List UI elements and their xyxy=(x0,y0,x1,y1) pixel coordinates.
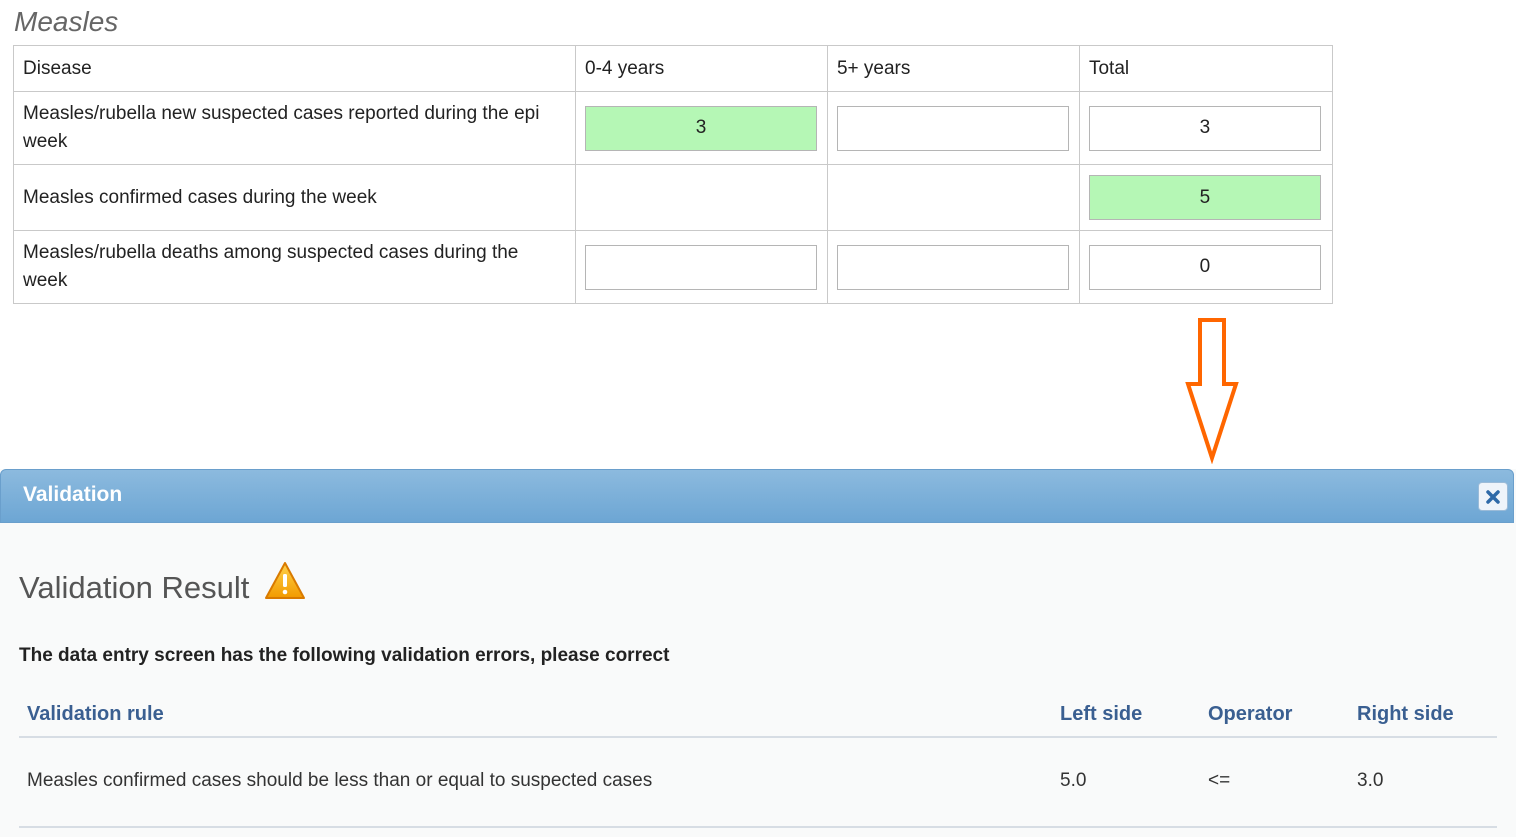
close-button[interactable] xyxy=(1478,482,1508,511)
right-side-value: 3.0 xyxy=(1357,770,1384,791)
operator-value: <= xyxy=(1208,770,1231,791)
header-right-side: Right side xyxy=(1357,703,1454,725)
suspected-cases-0-4-input[interactable] xyxy=(585,105,817,151)
cell xyxy=(1078,91,1334,165)
empty-cell xyxy=(575,164,828,231)
cell xyxy=(1078,164,1334,231)
down-arrow-icon xyxy=(1185,318,1239,464)
cell xyxy=(1078,230,1334,304)
dialog-title: Validation xyxy=(23,483,123,506)
table-row: Measles confirmed cases should be less t… xyxy=(19,738,1497,828)
close-icon xyxy=(1486,489,1500,504)
confirmed-cases-total-input[interactable] xyxy=(1088,175,1321,220)
table-row: Measles/rubella deaths among suspected c… xyxy=(13,230,1334,304)
table-header-row: Disease 0-4 years 5+ years Total xyxy=(13,45,1334,92)
section-title: Measles xyxy=(14,6,119,37)
header-disease: Disease xyxy=(13,45,576,92)
validation-rule-text: Measles confirmed cases should be less t… xyxy=(27,770,653,791)
suspected-cases-5-plus-input[interactable] xyxy=(836,105,1069,151)
header-left-side: Left side xyxy=(1060,703,1143,725)
header-age-0-4: 0-4 years xyxy=(575,45,828,92)
table-row: Measles/rubella new suspected cases repo… xyxy=(13,91,1334,165)
data-entry-table: Disease 0-4 years 5+ years Total Measles… xyxy=(13,45,1334,304)
cell xyxy=(826,91,1080,165)
validation-errors-message: The data entry screen has the following … xyxy=(19,645,670,666)
cell xyxy=(575,230,828,304)
table-row: Measles confirmed cases during the week xyxy=(13,164,1334,231)
row-label: Measles/rubella new suspected cases repo… xyxy=(13,91,576,165)
validation-table-header: Validation rule Left side Operator Right… xyxy=(19,693,1497,738)
row-label: Measles/rubella deaths among suspected c… xyxy=(13,230,576,304)
deaths-0-4-input[interactable] xyxy=(585,244,817,290)
validation-table: Validation rule Left side Operator Right… xyxy=(19,693,1497,828)
deaths-5-plus-input[interactable] xyxy=(836,244,1069,290)
validation-result-title: Validation Result xyxy=(19,570,250,605)
deaths-total-input[interactable] xyxy=(1088,244,1321,290)
cell xyxy=(826,230,1080,304)
dialog-titlebar: Validation xyxy=(0,469,1514,523)
header-total: Total xyxy=(1078,45,1334,92)
cell xyxy=(575,91,828,165)
warning-icon xyxy=(265,562,305,599)
left-side-value: 5.0 xyxy=(1060,770,1087,791)
header-validation-rule: Validation rule xyxy=(27,703,164,725)
header-operator: Operator xyxy=(1208,703,1293,725)
row-label: Measles confirmed cases during the week xyxy=(13,164,576,231)
suspected-cases-total-input[interactable] xyxy=(1088,105,1321,151)
empty-cell xyxy=(826,164,1080,231)
header-age-5-plus: 5+ years xyxy=(826,45,1080,92)
validation-dialog: Validation Validation Result The data en… xyxy=(0,469,1516,837)
